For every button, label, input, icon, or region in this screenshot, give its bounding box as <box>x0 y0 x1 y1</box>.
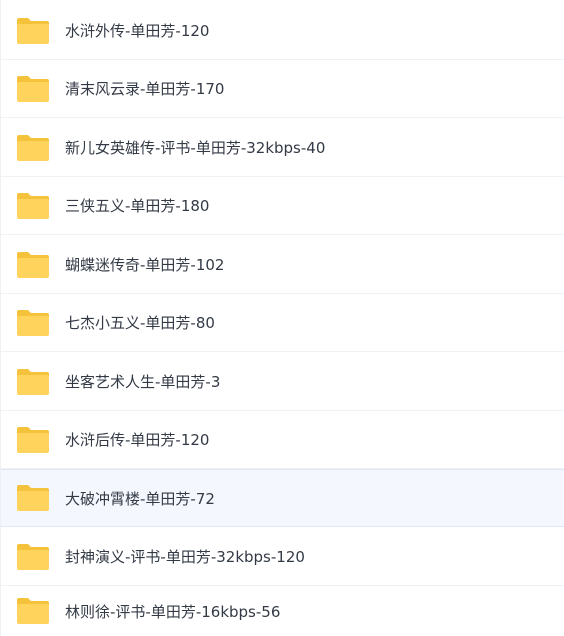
folder-name: 封神演义-评书-单田芳-32kbps-120 <box>65 548 305 566</box>
list-item[interactable]: 三侠五义-单田芳-180 <box>1 177 564 235</box>
folder-icon <box>16 543 50 571</box>
list-item[interactable]: 蝴蝶迷传奇-单田芳-102 <box>1 236 564 294</box>
folder-name: 清末风云录-单田芳-170 <box>65 80 225 98</box>
list-item-selected[interactable]: 大破冲霄楼-单田芳-72 <box>1 469 564 527</box>
folder-name: 三侠五义-单田芳-180 <box>65 197 210 215</box>
folder-name: 大破冲霄楼-单田芳-72 <box>65 489 215 508</box>
folder-icon <box>16 75 50 103</box>
list-item[interactable]: 新儿女英雄传-评书-单田芳-32kbps-40 <box>1 119 564 177</box>
folder-name: 新儿女英雄传-评书-单田芳-32kbps-40 <box>65 139 326 157</box>
folder-name: 林则徐-评书-单田芳-16kbps-56 <box>65 602 281 621</box>
folder-icon <box>16 309 50 337</box>
list-item[interactable]: 水浒后传-单田芳-120 <box>1 411 564 469</box>
folder-icon <box>16 484 50 512</box>
folder-name: 蝴蝶迷传奇-单田芳-102 <box>65 256 225 274</box>
list-item[interactable]: 七杰小五义-单田芳-80 <box>1 294 564 352</box>
folder-icon <box>16 368 50 396</box>
folder-icon <box>16 192 50 220</box>
folder-name: 水浒外传-单田芳-120 <box>65 22 210 40</box>
folder-icon <box>16 597 50 625</box>
folder-icon <box>16 426 50 454</box>
file-list: 水浒外传-单田芳-120 清末风云录-单田芳-170 新儿女英雄传-评书-单田芳… <box>0 0 564 636</box>
folder-icon <box>16 134 50 162</box>
list-item[interactable]: 坐客艺术人生-单田芳-3 <box>1 353 564 411</box>
folder-name: 水浒后传-单田芳-120 <box>65 431 210 449</box>
folder-icon <box>16 251 50 279</box>
list-item[interactable]: 林则徐-评书-单田芳-16kbps-56 <box>1 586 564 636</box>
list-item[interactable]: 封神演义-评书-单田芳-32kbps-120 <box>1 528 564 586</box>
folder-icon <box>16 17 50 45</box>
folder-name: 坐客艺术人生-单田芳-3 <box>65 373 221 391</box>
folder-name: 七杰小五义-单田芳-80 <box>65 314 215 332</box>
list-item[interactable]: 水浒外传-单田芳-120 <box>1 2 564 60</box>
list-item[interactable]: 清末风云录-单田芳-170 <box>1 60 564 118</box>
